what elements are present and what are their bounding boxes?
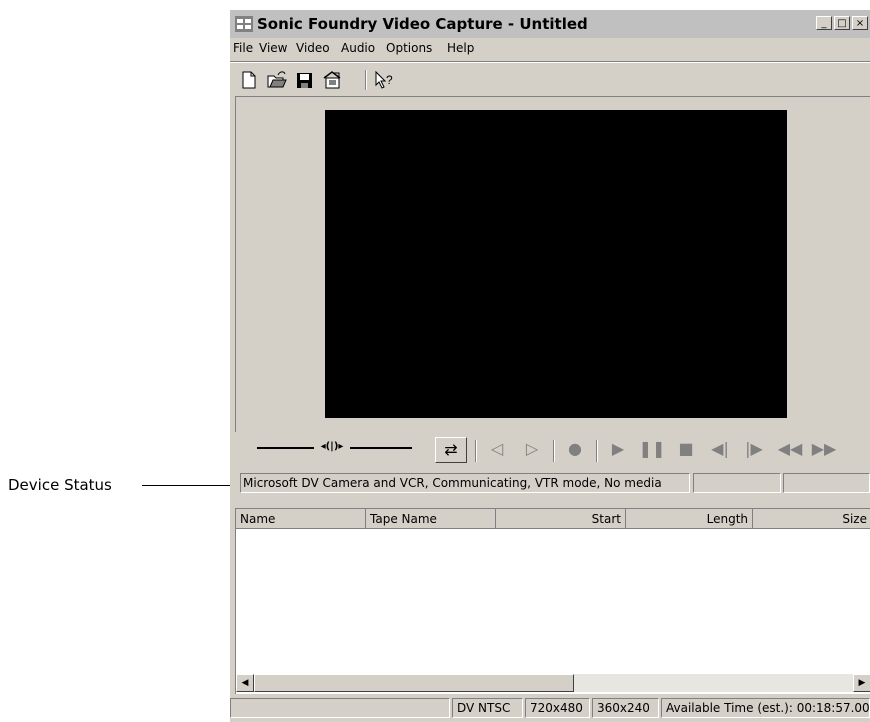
help-pointer-icon[interactable]: ? xyxy=(374,70,396,90)
pause-button[interactable]: ❚❚ xyxy=(638,438,666,460)
device-status-panel-3 xyxy=(783,473,870,493)
callout-leader-line xyxy=(142,485,240,486)
scrollbar-thumb[interactable] xyxy=(254,674,574,692)
menu-audio[interactable]: Audio xyxy=(341,41,375,55)
rewind-button[interactable]: ◀◀ xyxy=(776,438,804,460)
record-button[interactable]: ● xyxy=(561,438,589,460)
device-status-bar: Microsoft DV Camera and VCR, Communicati… xyxy=(240,473,870,495)
video-preview-area xyxy=(235,96,870,432)
scroll-left-arrow-icon[interactable]: ◀ xyxy=(236,674,254,692)
device-status-callout-label: Device Status xyxy=(8,476,112,494)
device-control-button[interactable]: ⇄ xyxy=(435,437,467,463)
menu-file[interactable]: File xyxy=(233,41,253,55)
device-status-text: Microsoft DV Camera and VCR, Communicati… xyxy=(240,473,690,493)
column-header-start[interactable]: Start xyxy=(496,509,626,529)
menu-bar: File View Video Audio Options Help xyxy=(230,38,870,60)
stop-button[interactable]: ■ xyxy=(672,438,700,460)
step-back-button[interactable]: ◀| xyxy=(706,438,734,460)
fast-forward-button[interactable]: ▶▶ xyxy=(810,438,838,460)
shuttle-slider-thumb[interactable]: ◂(|)▸ xyxy=(314,439,350,455)
forward-to-mark-button[interactable]: ▷ xyxy=(518,438,546,460)
device-status-panel-2 xyxy=(693,473,781,493)
maximize-button[interactable]: □ xyxy=(834,16,850,30)
new-file-icon[interactable] xyxy=(238,70,260,90)
scroll-right-arrow-icon[interactable]: ▶ xyxy=(853,674,870,692)
window-title: Sonic Foundry Video Capture - Untitled xyxy=(257,15,588,33)
play-button[interactable]: ▶ xyxy=(604,438,632,460)
svg-text:?: ? xyxy=(386,73,393,87)
clip-list-header: Name Tape Name Start Length Size xyxy=(236,509,870,529)
toolbar-separator xyxy=(365,70,367,90)
open-folder-icon[interactable] xyxy=(266,70,288,90)
column-header-size[interactable]: Size xyxy=(753,509,870,529)
column-header-name[interactable]: Name xyxy=(236,509,366,529)
status-available-time: Available Time (est.): 00:18:57.00 xyxy=(661,698,870,718)
app-window: Sonic Foundry Video Capture - Untitled _… xyxy=(230,10,870,722)
menu-options[interactable]: Options xyxy=(386,41,432,55)
transport-controls: ◂(|)▸ ⇄ ◁ ▷ ● ▶ ❚❚ ■ ◀| |▶ ◀◀ ▶▶ xyxy=(230,431,870,465)
title-bar[interactable]: Sonic Foundry Video Capture - Untitled _… xyxy=(230,10,870,38)
step-forward-button[interactable]: |▶ xyxy=(740,438,768,460)
transport-separator xyxy=(475,440,477,462)
rewind-to-mark-button[interactable]: ◁ xyxy=(483,438,511,460)
menu-help[interactable]: Help xyxy=(447,41,474,55)
status-preview-resolution: 360x240 xyxy=(592,698,659,718)
status-video-format: DV NTSC xyxy=(452,698,523,718)
menu-view[interactable]: View xyxy=(259,41,287,55)
column-header-tape-name[interactable]: Tape Name xyxy=(366,509,496,529)
horizontal-scrollbar[interactable]: ◀ ▶ xyxy=(236,674,870,692)
menu-video[interactable]: Video xyxy=(296,41,330,55)
app-icon xyxy=(235,16,253,32)
close-button[interactable]: × xyxy=(852,16,868,30)
video-preview-screen xyxy=(325,110,787,418)
status-panel-empty xyxy=(230,698,450,718)
toolbar: ? xyxy=(230,63,870,97)
clip-list[interactable]: Name Tape Name Start Length Size ◀ ▶ xyxy=(235,508,870,694)
transport-separator xyxy=(553,440,555,462)
save-disk-icon[interactable] xyxy=(294,70,316,90)
status-bar: DV NTSC 720x480 360x240 Available Time (… xyxy=(230,696,870,722)
minimize-button[interactable]: _ xyxy=(816,16,832,30)
properties-icon[interactable] xyxy=(322,70,344,90)
column-header-length[interactable]: Length xyxy=(626,509,753,529)
transport-separator xyxy=(596,440,598,462)
status-capture-resolution: 720x480 xyxy=(525,698,590,718)
